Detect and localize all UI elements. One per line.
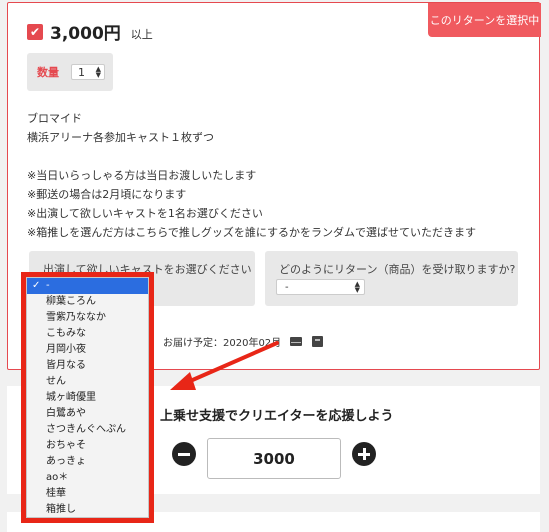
dropdown-option[interactable]: 柳葉ころん: [27, 294, 148, 310]
dropdown-option[interactable]: ao＊: [27, 470, 148, 486]
select-arrows-icon: ▲ ▼: [354, 280, 360, 294]
question-delivery-box: どのようにリターン（商品）を受け取りますか? - ▲ ▼: [265, 251, 518, 306]
delivery-info: お届け予定：2020年02月: [163, 334, 324, 349]
price-row: ✔ 3,000円 以上: [27, 19, 153, 44]
mail-icon: [290, 337, 303, 346]
dropdown-option[interactable]: 雪紫乃ななか: [27, 310, 148, 326]
description-line: ブロマイド: [27, 112, 82, 125]
reward-description: ブロマイド 横浜アリーナ各参加キャスト１枚ずつ ※当日いらっしゃる方は当日お渡し…: [27, 109, 527, 242]
dropdown-option[interactable]: 桂華: [27, 486, 148, 502]
description-line: ※郵送の場合は2月頃になります: [27, 188, 187, 201]
delivery-date: お届け予定：2020年02月: [163, 338, 282, 349]
quantity-label: 数量: [37, 66, 59, 79]
dropdown-option[interactable]: 白鷺あや: [27, 406, 148, 422]
dropdown-option[interactable]: 箱推し: [27, 502, 148, 518]
quantity-select[interactable]: 1 ▲ ▼: [71, 64, 105, 80]
dropdown-option[interactable]: 皆月なる: [27, 358, 148, 374]
description-line: ※出演して欲しいキャストを1名お選びください: [27, 207, 263, 220]
dropdown-option[interactable]: こもみな: [27, 326, 148, 342]
highlight-frame: ✓ - 柳葉ころん 雪紫乃ななか こもみな 月岡小夜 皆月なる せん 城ヶ崎優里 …: [21, 272, 154, 523]
plus-circle-icon[interactable]: [352, 442, 376, 466]
select-arrows-icon: ▲ ▼: [95, 65, 101, 79]
delivery-select-value: -: [285, 281, 289, 293]
price-suffix: 以上: [130, 28, 153, 41]
question-delivery-label: どのようにリターン（商品）を受け取りますか?: [279, 263, 516, 276]
quantity-box: 数量 1 ▲ ▼: [27, 53, 113, 91]
dropdown-option[interactable]: 城ヶ崎優里: [27, 390, 148, 406]
description-line: [27, 147, 527, 166]
box-icon: [312, 336, 324, 347]
description-line: ※箱推しを選んだ方はこちらで推しグッズを誰にするかをランダムで選ばせていただきま…: [27, 226, 476, 239]
checkmark-icon: ✓: [32, 280, 41, 291]
dropdown-option[interactable]: ✓ -: [27, 278, 148, 294]
reward-price: 3,000円: [50, 24, 121, 44]
minus-circle-icon[interactable]: [172, 442, 196, 466]
quantity-value: 1: [78, 65, 85, 79]
dropdown-option[interactable]: 月岡小夜: [27, 342, 148, 358]
dropdown-option[interactable]: せん: [27, 374, 148, 390]
dropdown-option[interactable]: さつきんぐへぷん: [27, 422, 148, 438]
delivery-method-select[interactable]: - ▲ ▼: [276, 279, 365, 295]
checkbox-checked-icon[interactable]: ✔: [27, 23, 43, 40]
dropdown-option[interactable]: あっきょ: [27, 454, 148, 470]
description-line: 横浜アリーナ各参加キャスト１枚ずつ: [27, 131, 214, 144]
cast-dropdown-list[interactable]: ✓ - 柳葉ころん 雪紫乃ななか こもみな 月岡小夜 皆月なる せん 城ヶ崎優里 …: [26, 277, 149, 518]
dropdown-option[interactable]: おちゃそ: [27, 438, 148, 454]
support-amount-input[interactable]: 3000: [207, 438, 341, 479]
support-title: 上乗せ支援でクリエイターを応援しよう: [160, 409, 394, 424]
description-line: ※当日いらっしゃる方は当日お渡しいたします: [27, 169, 257, 182]
selected-reward-badge[interactable]: このリターンを選択中: [428, 3, 541, 37]
